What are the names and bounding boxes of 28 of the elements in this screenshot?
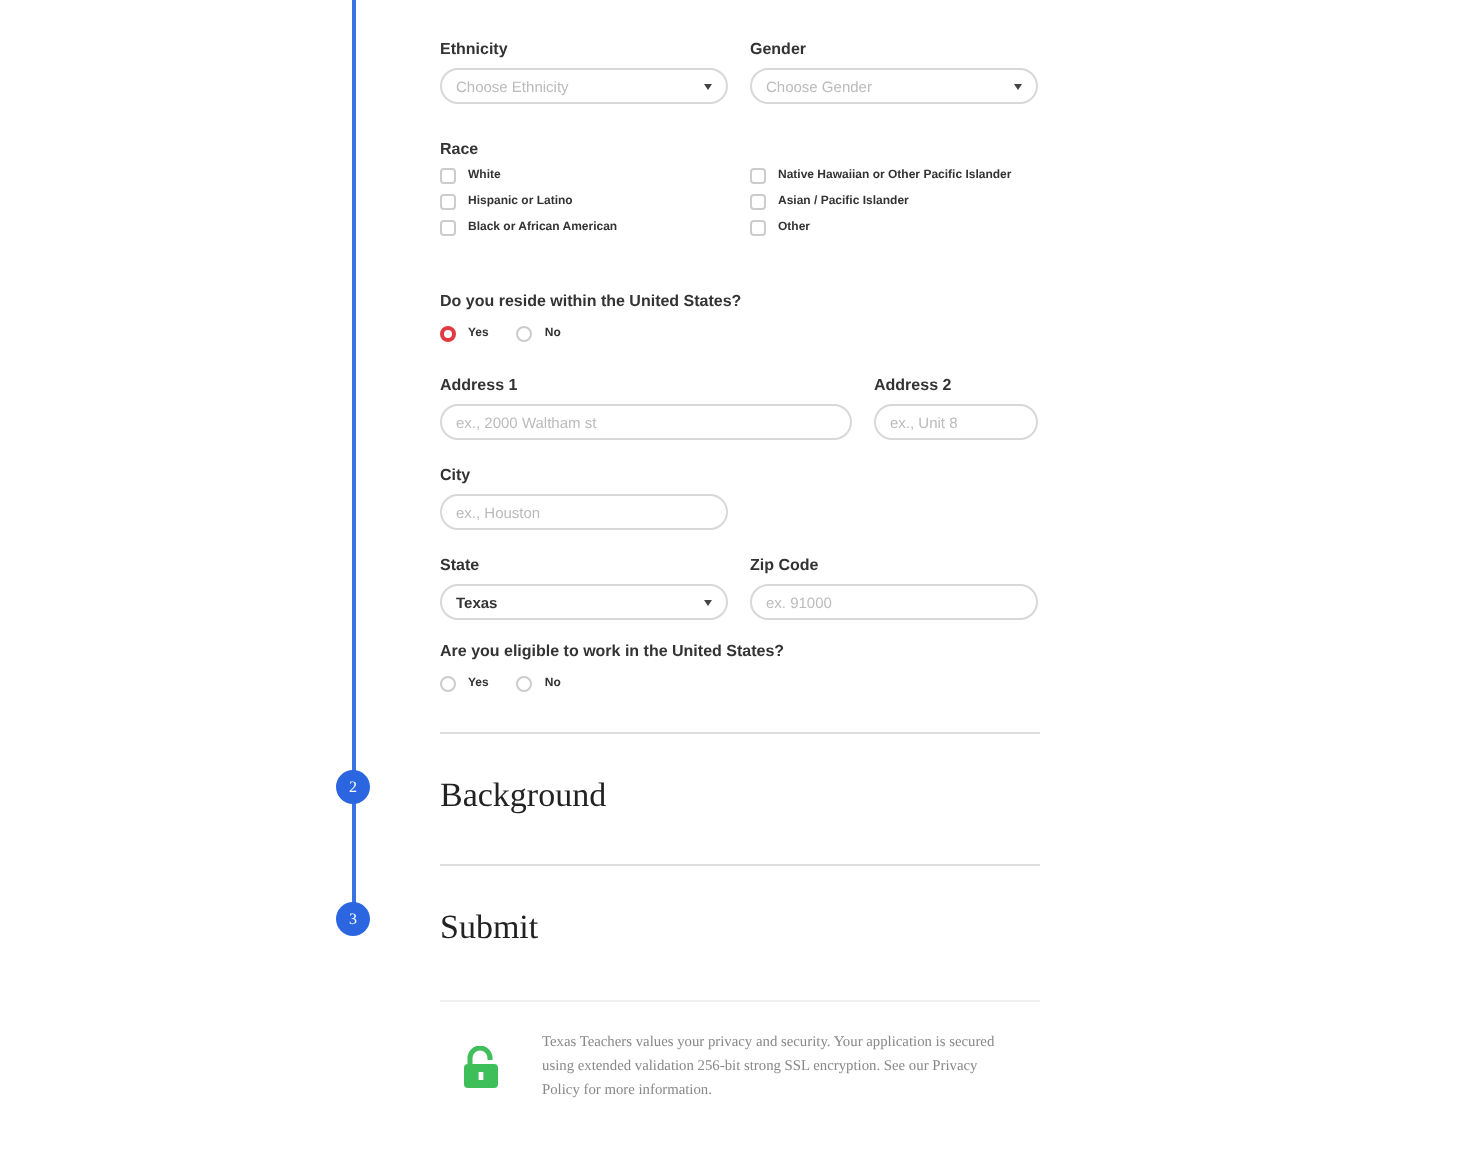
checkbox[interactable] — [440, 168, 456, 184]
checkbox[interactable] — [750, 194, 766, 210]
checkbox[interactable] — [440, 220, 456, 236]
question-label: Are you eligible to work in the United States? — [440, 642, 787, 660]
radio-button[interactable] — [516, 676, 533, 692]
padlock-icon — [464, 1045, 498, 1087]
step-title[interactable]: Submit — [440, 907, 539, 947]
radio-button[interactable] — [440, 676, 456, 692]
caret-icon — [1014, 83, 1022, 89]
checkbox[interactable] — [440, 194, 456, 210]
step-number: 2 — [336, 770, 370, 804]
radio-button[interactable] — [516, 326, 533, 342]
radio-button[interactable] — [440, 326, 456, 342]
question-label: Do you reside within the United States? — [440, 292, 744, 310]
field-label: Gender — [750, 40, 809, 58]
field-label: Race — [440, 140, 481, 158]
field-label: Address 1 — [440, 376, 520, 394]
field-label: Zip Code — [750, 556, 821, 574]
step-title[interactable]: Background — [440, 775, 607, 815]
caret-icon — [704, 83, 712, 89]
checkbox[interactable] — [750, 220, 766, 236]
field-label: City — [440, 466, 473, 484]
field-label: State — [440, 556, 482, 574]
field-label: Address 2 — [874, 376, 954, 394]
step-number: 3 — [336, 902, 370, 936]
checkbox[interactable] — [750, 168, 766, 184]
caret-icon — [704, 599, 712, 605]
field-label: Ethnicity — [440, 40, 510, 58]
